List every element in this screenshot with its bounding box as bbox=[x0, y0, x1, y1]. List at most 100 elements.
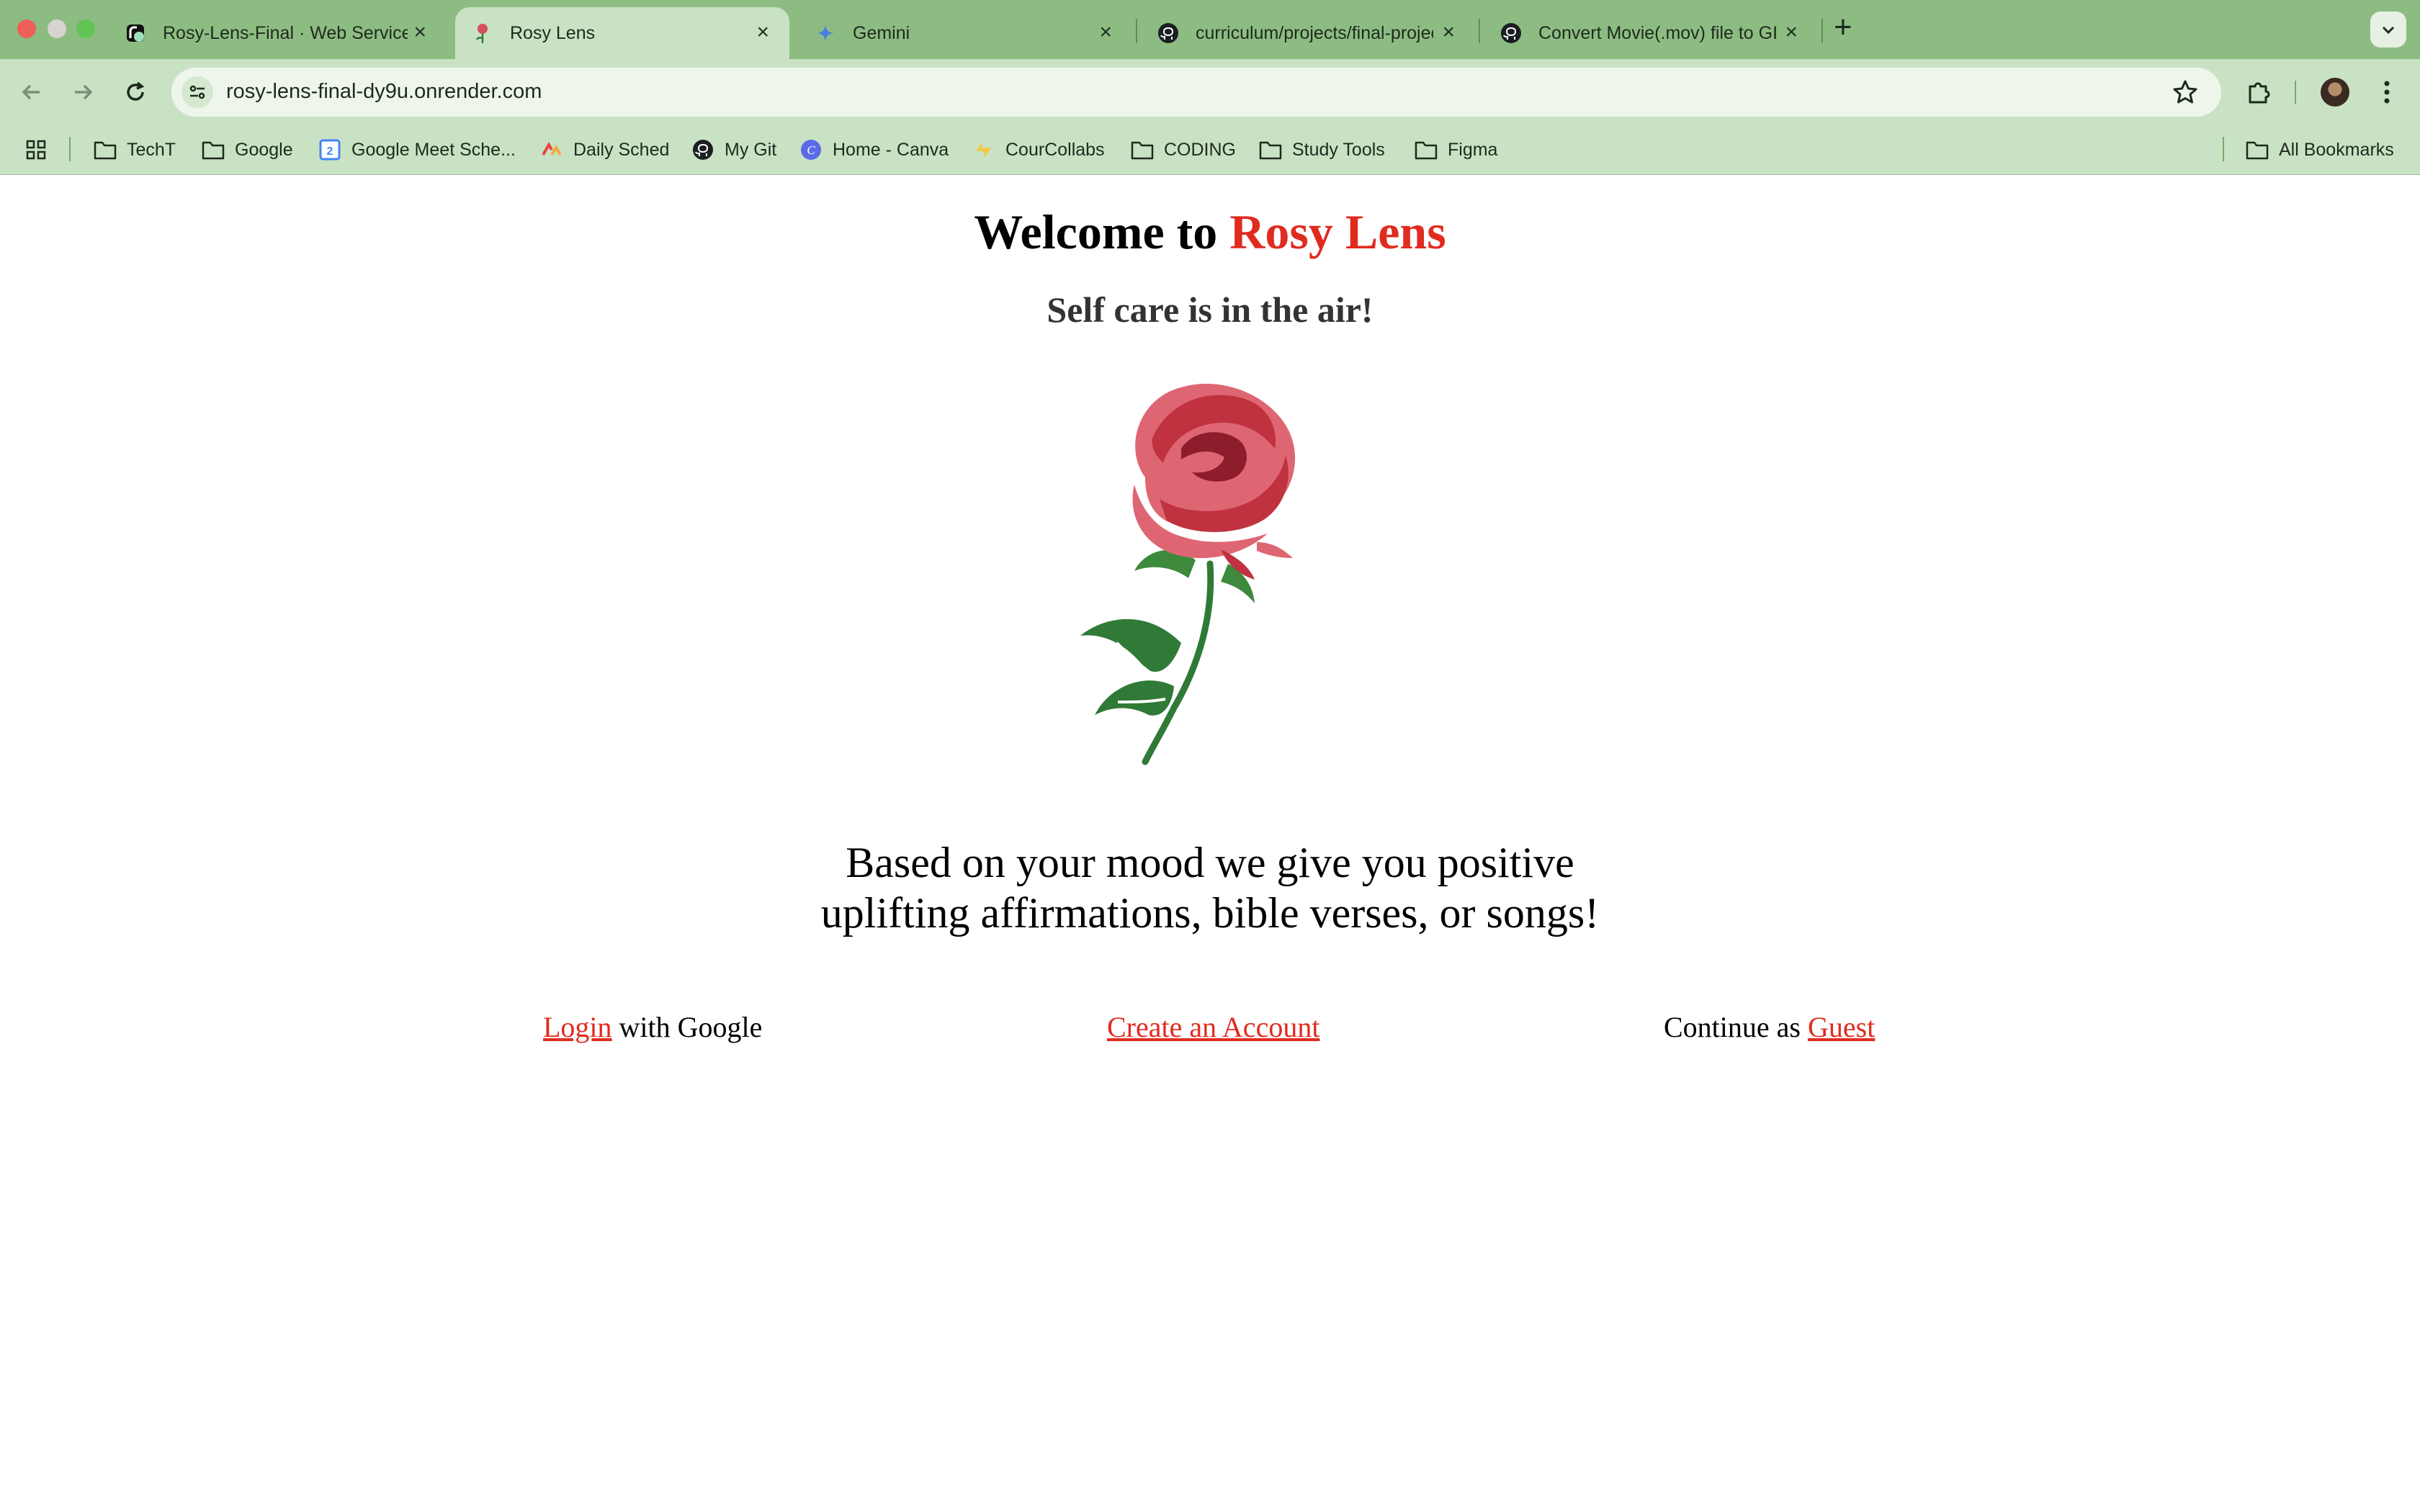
window-close-button[interactable] bbox=[17, 19, 36, 38]
github-icon bbox=[1157, 22, 1180, 45]
close-tab-icon[interactable]: × bbox=[1099, 22, 1112, 43]
bookmark-label: Home - Canva bbox=[833, 139, 949, 160]
description-line-2: uplifting affirmations, bible verses, or… bbox=[820, 889, 1600, 937]
close-tab-icon[interactable]: × bbox=[756, 22, 769, 43]
puzzle-icon bbox=[2249, 82, 2270, 104]
tab-title: Rosy-Lens-Final · Web Service bbox=[163, 22, 408, 43]
chevron-down-icon bbox=[2382, 26, 2395, 35]
tab-separator bbox=[1136, 19, 1137, 43]
folder-icon bbox=[2246, 138, 2269, 161]
tab-strip: Rosy-Lens-Final · Web Service × Rosy Len… bbox=[0, 0, 2420, 59]
page-content: Welcome to Rosy Lens Self care is in the… bbox=[0, 175, 2420, 1512]
guest-link[interactable]: Guest bbox=[1808, 1011, 1875, 1043]
login-suffix: with Google bbox=[619, 1011, 763, 1043]
folder-icon bbox=[1415, 138, 1438, 161]
forward-arrow-icon bbox=[75, 84, 93, 100]
window-maximize-button[interactable] bbox=[76, 19, 95, 38]
gemini-sparkle-icon bbox=[814, 22, 837, 45]
window-minimize-button[interactable] bbox=[48, 19, 66, 38]
bookmark-study-tools[interactable]: Study Tools bbox=[1259, 135, 1385, 164]
site-info-icon[interactable] bbox=[182, 76, 213, 108]
kebab-menu-icon bbox=[2384, 81, 2390, 104]
guest-option: Continue as Guest bbox=[1664, 1010, 1875, 1044]
reload-button[interactable] bbox=[121, 78, 150, 107]
bookmark-home-canva[interactable]: C Home - Canva bbox=[799, 135, 949, 164]
tab-convert-movie[interactable]: Convert Movie(.mov) file to GIF × bbox=[1484, 7, 1818, 59]
tagline: Self care is in the air! bbox=[1047, 289, 1373, 330]
apps-button[interactable] bbox=[24, 135, 48, 164]
tab-rosy-lens[interactable]: Rosy Lens × bbox=[455, 7, 789, 59]
bookmark-courcollabs[interactable]: CourCollabs bbox=[972, 135, 1105, 164]
close-tab-icon[interactable]: × bbox=[1785, 22, 1798, 43]
close-tab-icon[interactable]: × bbox=[413, 22, 426, 43]
github-icon bbox=[1500, 22, 1523, 45]
bookmark-label: Daily Sched bbox=[573, 139, 670, 160]
browser-chrome: Rosy-Lens-Final · Web Service × Rosy Len… bbox=[0, 0, 2420, 175]
svg-text:C: C bbox=[807, 143, 815, 157]
folder-icon bbox=[1131, 138, 1154, 161]
bookmark-label: Google bbox=[235, 139, 293, 160]
bookmark-label: Google Meet Sche... bbox=[351, 139, 516, 160]
new-tab-button[interactable]: + bbox=[1834, 12, 1852, 43]
apps-grid-icon bbox=[26, 140, 46, 160]
back-arrow-icon bbox=[22, 84, 40, 100]
tab-title: curriculum/projects/final-project bbox=[1196, 22, 1433, 43]
bookmark-techt[interactable]: TechT bbox=[94, 135, 176, 164]
url-text[interactable]: rosy-lens-final-dy9u.onrender.com bbox=[226, 80, 542, 104]
tab-gemini[interactable]: Gemini × bbox=[798, 7, 1132, 59]
tab-search-button[interactable] bbox=[2370, 12, 2406, 48]
auth-actions: Login with Google Create an Account Cont… bbox=[0, 1010, 2420, 1053]
bookmarks-separator bbox=[69, 137, 71, 161]
reload-icon bbox=[127, 81, 145, 101]
bookmark-figma[interactable]: Figma bbox=[1415, 135, 1497, 164]
tab-separator bbox=[1821, 19, 1823, 43]
bookmark-google-meet[interactable]: 2 Google Meet Sche... bbox=[318, 135, 516, 164]
bookmark-label: Study Tools bbox=[1292, 139, 1385, 160]
folder-icon bbox=[1259, 138, 1282, 161]
login-option: Login with Google bbox=[543, 1010, 762, 1044]
tab-rosy-lens-final-render[interactable]: Rosy-Lens-Final · Web Service × bbox=[108, 7, 447, 59]
guest-prefix: Continue as bbox=[1664, 1011, 1801, 1043]
brand-name: Rosy Lens bbox=[1229, 204, 1446, 259]
tab-title: Rosy Lens bbox=[510, 22, 596, 43]
github-icon bbox=[691, 138, 714, 161]
description: Based on your mood we give you positive … bbox=[0, 837, 2420, 938]
svg-text:2: 2 bbox=[327, 145, 333, 158]
bookmark-label: TechT bbox=[127, 139, 176, 160]
bookmarks-bar: TechT Google 2 Google Meet Sche... Daily… bbox=[0, 128, 2420, 171]
all-bookmarks-label: All Bookmarks bbox=[2279, 139, 2394, 160]
back-button[interactable] bbox=[17, 78, 46, 107]
bookmarks-separator bbox=[2223, 137, 2224, 161]
bookmark-label: Figma bbox=[1448, 139, 1498, 160]
page-title: Welcome to Rosy Lens bbox=[0, 204, 2420, 261]
bookmark-label: CourCollabs bbox=[1005, 139, 1105, 160]
avatar bbox=[2321, 78, 2349, 107]
bookmark-coding[interactable]: CODING bbox=[1131, 135, 1236, 164]
bookmark-google[interactable]: Google bbox=[202, 135, 293, 164]
bookmark-label: My Git bbox=[725, 139, 777, 160]
render-icon bbox=[124, 22, 147, 45]
bookmark-daily-sched[interactable]: Daily Sched bbox=[540, 135, 669, 164]
bookmark-label: CODING bbox=[1164, 139, 1236, 160]
tab-title: Gemini bbox=[853, 22, 910, 43]
welcome-prefix: Welcome to bbox=[974, 204, 1218, 259]
profile-button[interactable] bbox=[2318, 75, 2352, 109]
all-bookmarks-button[interactable]: All Bookmarks bbox=[2246, 135, 2394, 164]
forward-button[interactable] bbox=[68, 78, 97, 107]
close-tab-icon[interactable]: × bbox=[1442, 22, 1455, 43]
folder-icon bbox=[94, 138, 117, 161]
extensions-button[interactable] bbox=[2241, 75, 2276, 109]
calendar-icon: 2 bbox=[318, 138, 341, 161]
folder-icon bbox=[202, 138, 225, 161]
login-link[interactable]: Login bbox=[543, 1011, 612, 1043]
browser-menu-button[interactable] bbox=[2370, 75, 2404, 109]
tab-separator bbox=[1479, 19, 1480, 43]
create-account-link[interactable]: Create an Account bbox=[1107, 1011, 1319, 1043]
create-account-option: Create an Account bbox=[1107, 1010, 1319, 1044]
toolbar-separator bbox=[2295, 81, 2296, 104]
bookmark-star-icon[interactable] bbox=[2171, 78, 2200, 110]
bookmark-my-git[interactable]: My Git bbox=[691, 135, 776, 164]
description-line-1: Based on your mood we give you positive bbox=[846, 839, 1574, 886]
tab-curriculum-projects[interactable]: curriculum/projects/final-project × bbox=[1141, 7, 1475, 59]
address-bar[interactable]: rosy-lens-final-dy9u.onrender.com bbox=[171, 68, 2221, 117]
